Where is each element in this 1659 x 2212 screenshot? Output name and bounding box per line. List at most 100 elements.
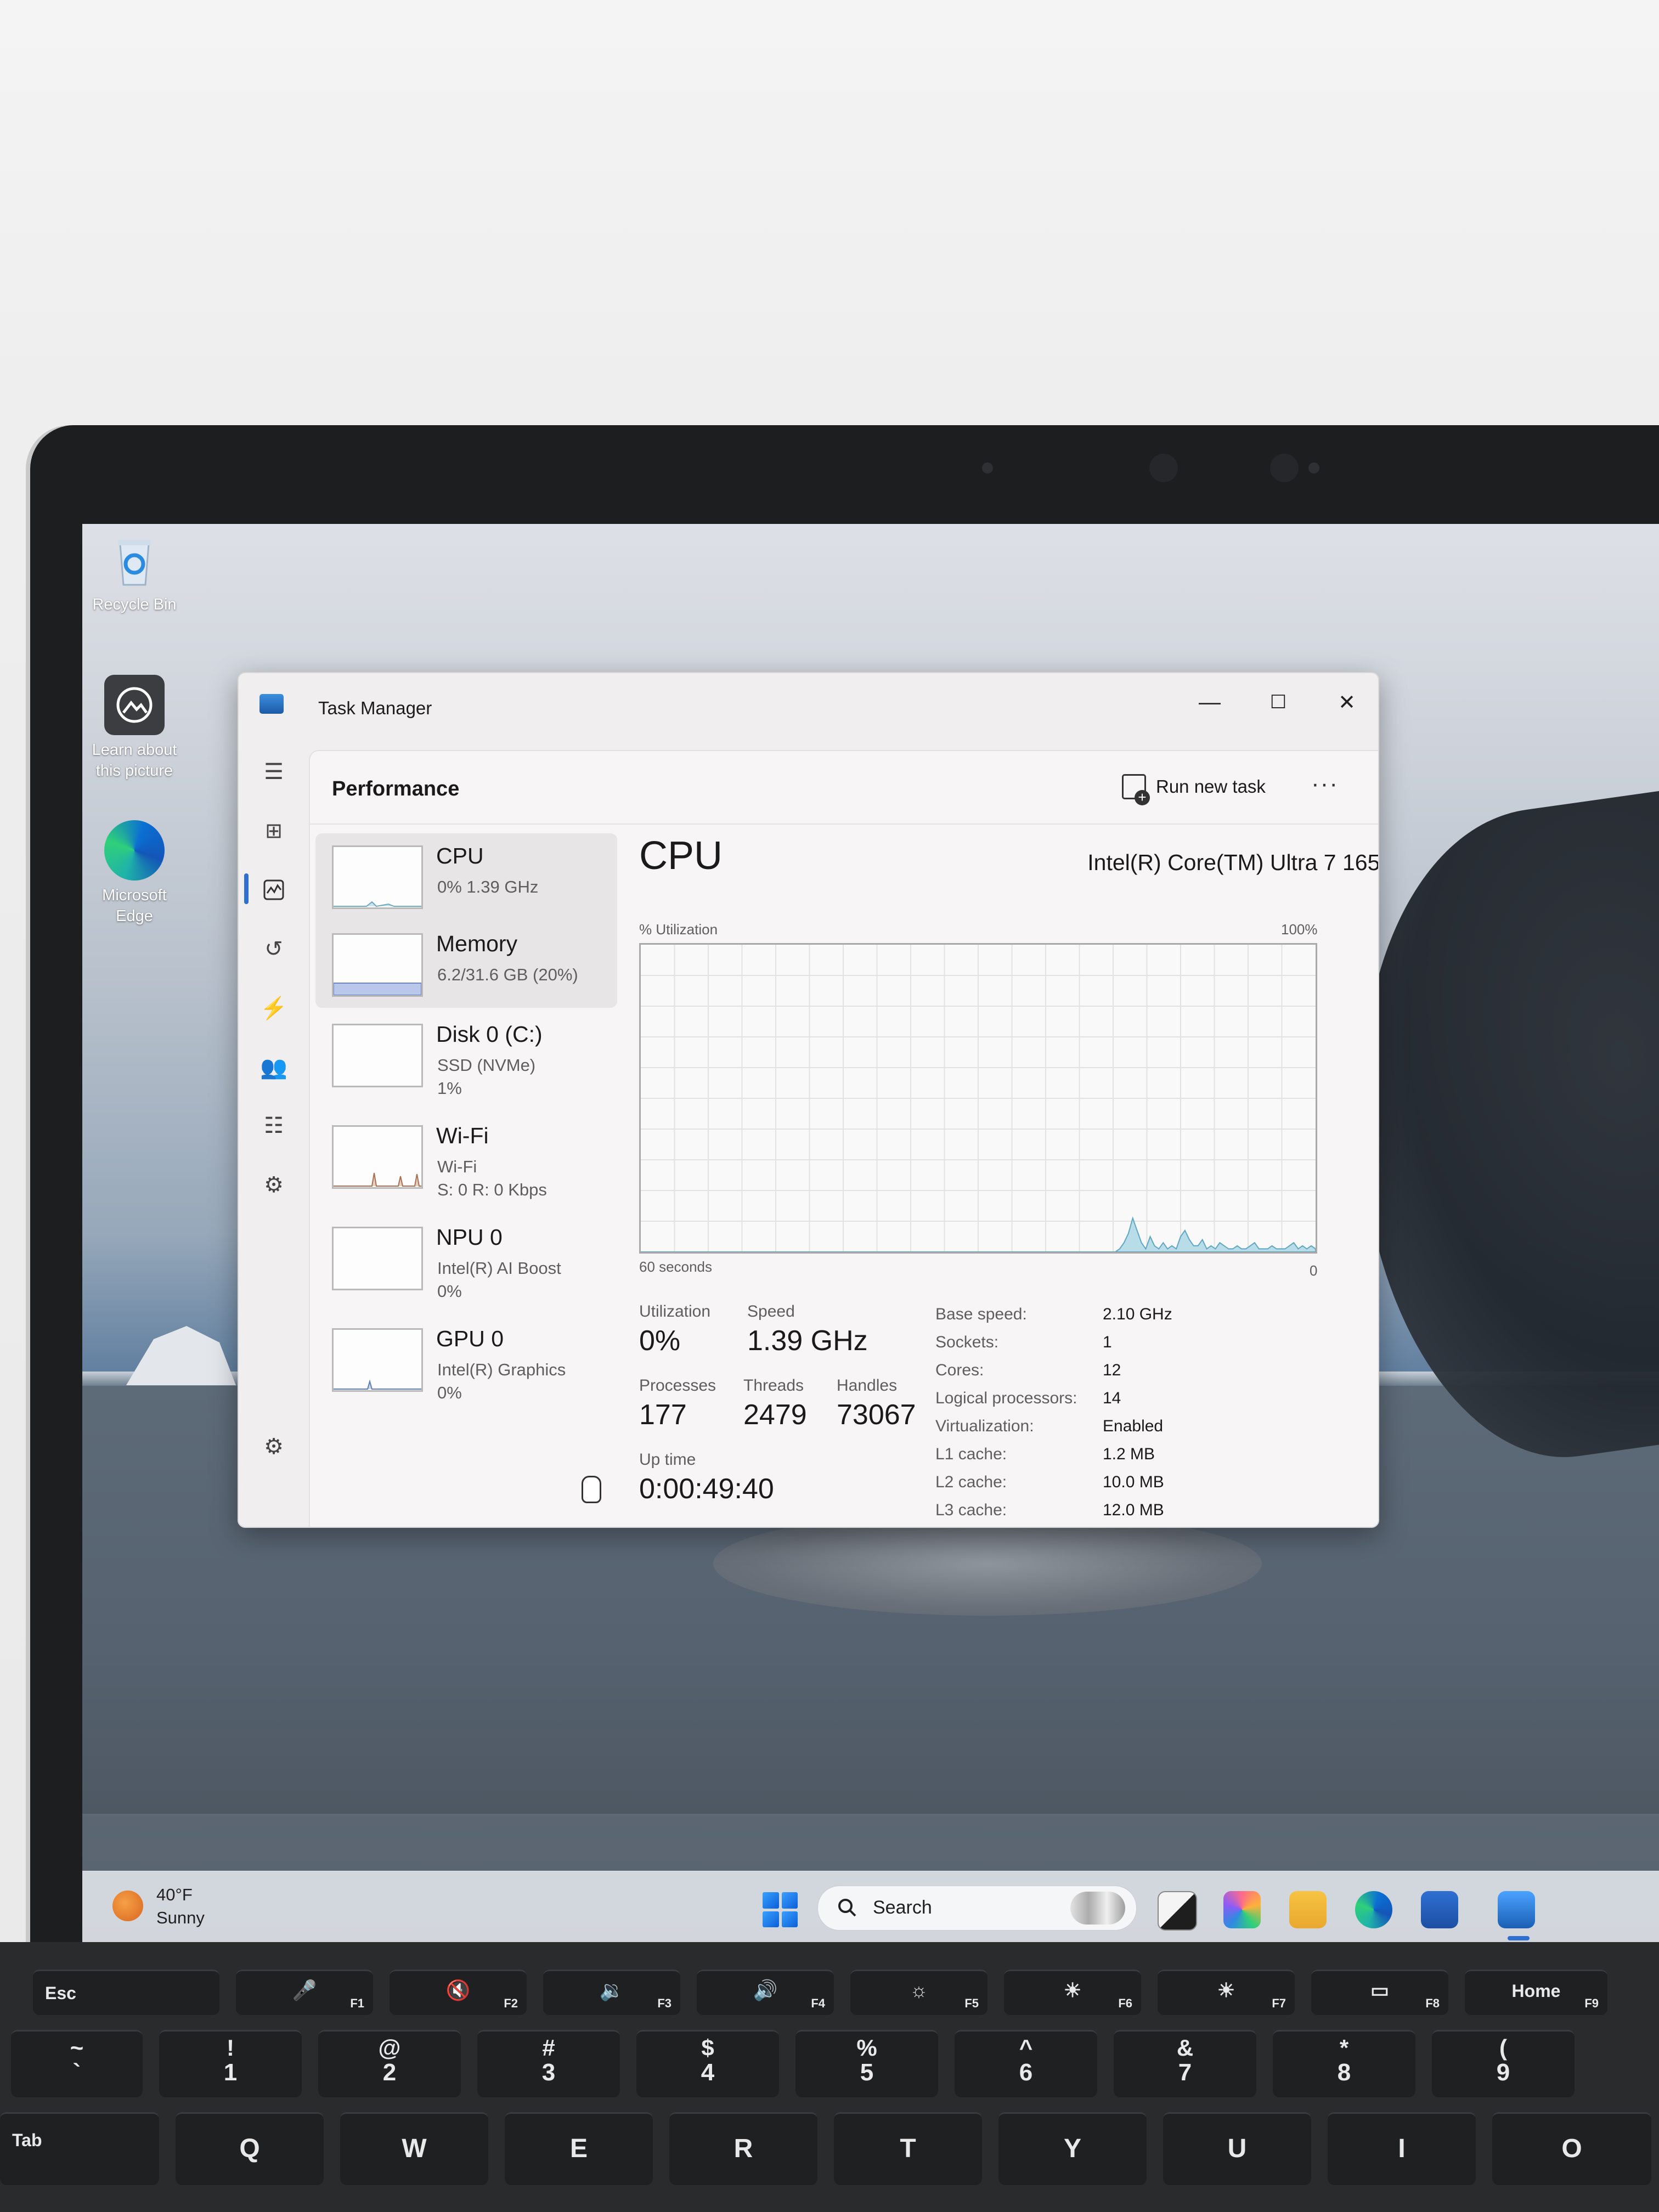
windows-logo-icon (763, 1892, 779, 1909)
key-label: 5 (860, 2059, 874, 2086)
key-shift-label: % (856, 2035, 877, 2061)
taskbar-search[interactable]: Search (817, 1886, 1137, 1931)
device-name: Memory (436, 931, 518, 956)
startup-apps-icon[interactable]: ⚡ (257, 991, 290, 1024)
edge-label: Microsoft Edge (102, 887, 167, 925)
key-label: E (569, 2134, 588, 2163)
key-esc[interactable]: Esc (33, 1970, 219, 2015)
key-y[interactable]: Y (998, 2112, 1147, 2185)
close-button[interactable]: ✕ (1314, 683, 1378, 721)
weather-widget[interactable]: 40°F Sunny (82, 1871, 313, 1942)
spec-key: Cores: (935, 1361, 984, 1379)
key-fn-label: F8 (1425, 1996, 1440, 2010)
spec-key: Sockets: (935, 1333, 999, 1351)
key-e[interactable]: E (505, 2112, 653, 2185)
microsoft-365-icon[interactable] (1223, 1891, 1261, 1928)
device-detail: Intel(R) Graphics (437, 1360, 566, 1379)
key-6[interactable]: ^ 6 (955, 2030, 1097, 2097)
more-options-button[interactable]: ··· (1303, 769, 1347, 805)
key-f7[interactable]: ☀ F7 (1158, 1970, 1295, 2015)
memory-thumbnail-graph (332, 933, 423, 997)
key-tab[interactable]: Tab (0, 2112, 159, 2185)
key-8[interactable]: * 8 (1273, 2030, 1415, 2097)
spec-value: Enabled (1103, 1417, 1164, 1435)
desktop-icon-learn-picture[interactable]: Learn about this picture (82, 675, 187, 781)
key-shift-label: $ (701, 2035, 714, 2061)
key-f3[interactable]: 🔉 F3 (543, 1970, 680, 2015)
device-item-gpu[interactable]: GPU 0 Intel(R) Graphics 0% (315, 1316, 617, 1409)
search-highlight-image (1070, 1892, 1125, 1925)
title-bar[interactable]: Task Manager — ☐ ✕ (239, 673, 1378, 750)
processes-icon[interactable]: ⊞ (257, 814, 290, 847)
app-history-icon[interactable]: ↺ (257, 933, 290, 966)
details-icon[interactable]: ☷ (257, 1109, 290, 1142)
key-4[interactable]: $4 (636, 2030, 779, 2097)
device-name: CPU (436, 843, 484, 868)
minimize-button[interactable]: — (1177, 683, 1243, 721)
camera-lens (1149, 454, 1178, 482)
hamburger-menu-icon[interactable]: ☰ (257, 755, 290, 788)
key-5[interactable]: % 5 (795, 2030, 938, 2097)
key-7[interactable]: & 7 (1114, 2030, 1256, 2097)
key-f1[interactable]: 🎤 F1 (236, 1970, 373, 2015)
spec-value: 12.0 MB (1103, 1501, 1164, 1519)
device-item-npu[interactable]: NPU 0 Intel(R) AI Boost 0% (315, 1215, 617, 1308)
ir-sensor (1270, 454, 1299, 482)
navigation-rail: ☰ ⊞ ↺ ⚡ 👥 ☷ ⚙ ⚙ (239, 750, 309, 1527)
start-button[interactable] (763, 1892, 798, 1927)
desktop-icon-edge[interactable]: Microsoft Edge (82, 820, 187, 927)
device-name: NPU 0 (436, 1224, 503, 1250)
key-o[interactable]: O (1492, 2112, 1651, 2185)
device-name: GPU 0 (436, 1326, 504, 1351)
wifi-thumbnail-graph (332, 1125, 423, 1189)
key-f8[interactable]: ▭ F8 (1311, 1970, 1448, 2015)
key-2[interactable]: @2 (318, 2030, 461, 2097)
key-3[interactable]: #3 (477, 2030, 620, 2097)
file-explorer-icon[interactable] (1289, 1891, 1327, 1928)
key-shift-label: ^ (1019, 2035, 1033, 2061)
key-u[interactable]: U (1163, 2112, 1311, 2185)
services-icon[interactable]: ⚙ (257, 1169, 290, 1201)
key-shift-label: * (1339, 2035, 1349, 2061)
handles-label: Handles (837, 1376, 898, 1395)
key-label: U (1227, 2134, 1247, 2163)
key-f5[interactable]: ☼ F5 (850, 1970, 988, 2015)
uptime-label: Up time (639, 1451, 696, 1469)
run-new-task-button[interactable]: Run new task (1122, 769, 1286, 805)
desktop-icon-recycle-bin[interactable]: Recycle Bin (82, 529, 187, 615)
key-q[interactable]: Q (176, 2112, 324, 2185)
key-1[interactable]: ! 1 (159, 2030, 302, 2097)
settings-gear-icon[interactable]: ⚙ (257, 1430, 290, 1463)
device-item-wifi[interactable]: Wi-Fi Wi-Fi S: 0 R: 0 Kbps (315, 1113, 617, 1206)
task-manager-taskbar-icon[interactable] (1498, 1891, 1535, 1928)
device-item-disk[interactable]: Disk 0 (C:) SSD (NVMe) 1% (315, 1012, 617, 1105)
key-shift-label: @ (378, 2035, 401, 2061)
task-view-icon[interactable] (1158, 1891, 1197, 1931)
key-label: Tab (12, 2130, 42, 2150)
key-fn-label: F6 (1118, 1996, 1132, 2010)
device-detail-2: S: 0 R: 0 Kbps (437, 1180, 547, 1199)
key-i[interactable]: I (1328, 2112, 1476, 2185)
performance-icon[interactable] (257, 873, 290, 906)
cpu-utilization-graph (639, 943, 1317, 1254)
microsoft-store-icon[interactable] (1421, 1891, 1458, 1928)
key-t[interactable]: T (834, 2112, 982, 2185)
device-detail-2: 0% (437, 1282, 462, 1301)
page-title: Performance (332, 777, 460, 800)
processes-label: Processes (639, 1376, 716, 1395)
users-icon[interactable]: 👥 (257, 1051, 290, 1084)
key-home[interactable]: Home F9 (1465, 1970, 1607, 2015)
key-9[interactable]: (9 (1432, 2030, 1575, 2097)
maximize-button[interactable]: ☐ (1245, 683, 1311, 721)
key-f4[interactable]: 🔊 F4 (697, 1970, 834, 2015)
device-item-cpu[interactable]: CPU 0% 1.39 GHz (315, 833, 617, 927)
key-f2[interactable]: 🔇 F2 (390, 1970, 527, 2015)
key-r[interactable]: R (669, 2112, 817, 2185)
device-item-memory[interactable]: Memory 6.2/31.6 GB (20%) (315, 921, 617, 1014)
key-f6[interactable]: ☀ F6 (1004, 1970, 1141, 2015)
key-label: 1 (223, 2059, 238, 2086)
key-w[interactable]: W (340, 2112, 488, 2185)
active-app-indicator (1508, 1936, 1530, 1940)
edge-taskbar-icon[interactable] (1355, 1891, 1392, 1928)
key-tilde[interactable]: ~ ` (11, 2030, 143, 2097)
